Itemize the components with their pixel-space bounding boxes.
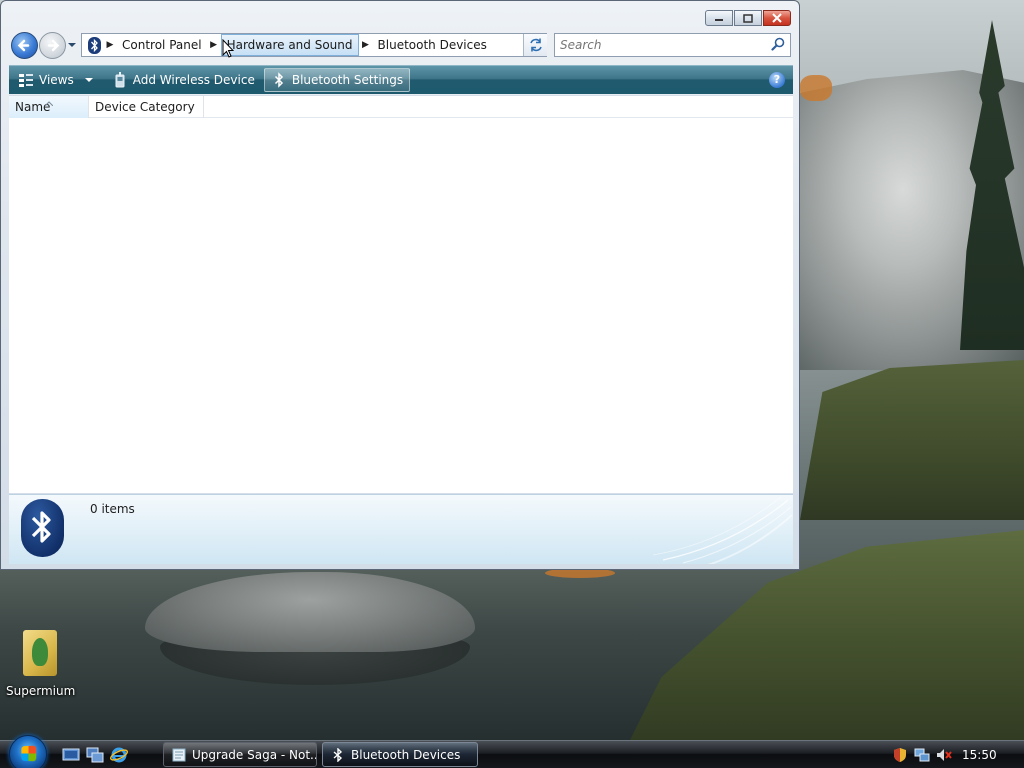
bluetooth-icon [85,35,103,55]
bluetooth-icon [333,747,343,762]
minimize-button[interactable] [705,10,733,26]
decorative-swoosh [653,496,793,564]
command-toolbar: Views Add Wireless Device Bluetooth Sett… [9,65,793,94]
breadcrumb-arrow-icon[interactable]: ▶ [359,40,373,50]
supermium-icon [23,630,57,676]
maximize-icon [743,13,753,23]
taskbar-button-notepad[interactable]: Upgrade Saga - Not... [163,742,317,767]
desktop-icon-label: Supermium [6,684,76,698]
breadcrumb-arrow-icon[interactable]: ▶ [207,40,221,50]
close-icon [772,13,782,23]
column-header-name[interactable]: Name [9,96,89,118]
recent-pages-button[interactable] [67,40,77,50]
search-input[interactable] [555,34,760,56]
taskbar: Upgrade Saga - Not... Bluetooth Devices … [0,735,1024,768]
arrow-right-icon [47,39,60,52]
sort-arrow-icon [44,93,54,115]
close-button[interactable] [763,10,791,26]
taskbar-button-label: Bluetooth Devices [351,747,461,762]
clock[interactable]: 15:50 [962,748,997,762]
switch-windows-icon[interactable] [86,746,104,764]
bluetooth-devices-window: ▶ Control Panel ▶ Hardware and Sound ▶ B… [0,0,800,570]
refresh-button[interactable] [523,34,547,56]
volume-muted-icon[interactable] [936,747,952,763]
details-pane: 0 items [9,494,793,564]
taskbar-button-bluetooth-devices[interactable]: Bluetooth Devices [322,742,478,767]
desktop-icon-supermium[interactable]: Supermium [6,630,76,698]
breadcrumb-hardware-and-sound[interactable]: Hardware and Sound [220,34,359,56]
column-header-device-category[interactable]: Device Category [89,96,204,118]
breadcrumb-arrow-icon[interactable]: ▶ [103,40,117,50]
column-header-label: Device Category [95,100,195,114]
add-device-icon [112,72,128,88]
bluetooth-settings-button[interactable]: Bluetooth Settings [263,68,411,92]
network-icon[interactable] [914,747,930,763]
arrow-left-icon [17,39,30,52]
security-shield-icon[interactable] [892,747,908,763]
views-button[interactable]: Views [12,68,100,92]
search-box [554,33,791,57]
notification-area: 15:50 [892,743,1024,767]
minimize-icon [715,19,723,21]
column-headers: Name Device Category [9,96,793,118]
help-button[interactable]: ? [769,72,785,88]
refresh-icon [529,38,542,52]
bluetooth-settings-label: Bluetooth Settings [291,73,404,87]
internet-explorer-icon[interactable] [110,746,128,764]
taskbar-button-label: Upgrade Saga - Not... [192,747,317,762]
breadcrumb-control-panel[interactable]: Control Panel [117,34,207,56]
show-desktop-icon[interactable] [62,746,80,764]
start-button[interactable] [9,735,47,768]
navigation-bar: ▶ Control Panel ▶ Hardware and Sound ▶ B… [9,31,793,59]
bluetooth-icon [271,72,287,88]
views-label: Views [39,73,74,87]
bluetooth-icon [21,499,64,557]
chevron-down-icon [68,43,76,47]
device-list[interactable]: Name Device Category [9,95,793,493]
quick-launch [62,746,128,764]
address-bar[interactable]: ▶ Control Panel ▶ Hardware and Sound ▶ B… [81,33,547,57]
forward-button[interactable] [39,32,66,59]
add-device-label: Add Wireless Device [132,73,255,87]
help-icon: ? [773,73,781,86]
add-wireless-device-button[interactable]: Add Wireless Device [106,68,261,92]
caption-buttons [704,10,791,26]
views-icon [18,72,34,88]
back-button[interactable] [11,32,38,59]
chevron-down-icon [84,78,93,82]
notepad-icon [172,748,186,761]
breadcrumb-bluetooth-devices[interactable]: Bluetooth Devices [373,34,492,56]
item-count: 0 items [90,502,135,516]
magnifier-icon[interactable] [771,37,785,51]
maximize-button[interactable] [734,10,762,26]
